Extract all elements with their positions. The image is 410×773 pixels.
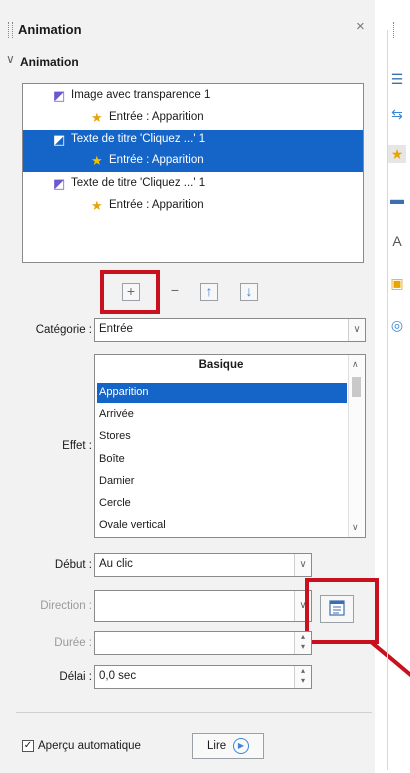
master-slides-icon[interactable]: ▬ <box>388 190 406 208</box>
duration-label: Durée : <box>54 637 92 649</box>
slide-transition-icon[interactable]: ⇆ <box>388 105 406 123</box>
sidebar-separator <box>387 30 388 770</box>
delay-field[interactable]: 0,0 sec ▴ ▾ <box>94 665 312 689</box>
effect-item-label: Ovale vertical <box>99 519 166 531</box>
start-value: Au clic <box>99 558 133 570</box>
section-title: Animation <box>20 55 79 69</box>
star-icon: ★ <box>91 110 103 125</box>
list-item-label: Image avec transparence 1 <box>71 89 211 101</box>
chevron-down-icon[interactable]: ∨ <box>294 554 311 576</box>
list-item-selected[interactable]: ★ Entrée : Apparition <box>23 151 363 172</box>
properties-icon[interactable]: ☰ <box>388 70 406 88</box>
scroll-down-icon[interactable]: ∨ <box>352 522 359 533</box>
object-icon: ◩ <box>53 132 66 147</box>
list-item[interactable]: ★ Entrée : Apparition <box>23 108 363 129</box>
drag-grip[interactable] <box>8 22 13 38</box>
animation-icon[interactable]: ★ <box>388 145 406 163</box>
effect-item[interactable]: Ovale vertical <box>97 516 347 536</box>
scroll-up-icon[interactable]: ∧ <box>352 359 359 370</box>
list-item[interactable]: ◩ Image avec transparence 1 <box>23 86 363 107</box>
effect-item[interactable]: Stores <box>97 427 347 447</box>
category-value: Entrée <box>99 323 133 335</box>
star-icon: ★ <box>91 153 103 168</box>
duration-field[interactable]: ▴ ▾ <box>94 631 312 655</box>
effect-scrollbar[interactable]: ∧ ∨ <box>348 355 365 537</box>
pointer-line <box>369 640 410 682</box>
effect-item-label: Cercle <box>99 497 131 509</box>
delay-label: Délai : <box>59 671 92 683</box>
move-up-button[interactable]: ↑ <box>200 283 218 301</box>
category-label: Catégorie : <box>35 324 92 336</box>
direction-select[interactable]: ∨ <box>94 590 312 622</box>
navigator-icon[interactable]: ◎ <box>388 316 406 334</box>
sidebar-grip <box>393 22 397 38</box>
object-icon: ◩ <box>53 88 66 103</box>
options-button-highlight <box>305 578 379 644</box>
list-item-selected[interactable]: ◩ Texte de titre 'Cliquez ...' 1 <box>23 130 363 151</box>
play-icon: ▶ <box>233 738 249 754</box>
list-item-label: Entrée : Apparition <box>109 111 204 123</box>
list-item-label: Entrée : Apparition <box>109 199 204 211</box>
effect-item-label: Apparition <box>99 386 149 398</box>
animation-list[interactable]: ◩ Image avec transparence 1 ★ Entrée : A… <box>22 83 364 263</box>
effect-group-header: Basique <box>198 359 244 371</box>
effect-item[interactable]: Damier <box>97 472 347 492</box>
autopreview-label: Aperçu automatique <box>38 740 141 752</box>
delay-spinner[interactable]: ▴ ▾ <box>294 666 311 688</box>
list-item[interactable]: ★ Entrée : Apparition <box>23 196 363 217</box>
play-label: Lire <box>207 740 227 752</box>
styles-icon[interactable]: A <box>388 232 406 250</box>
scroll-thumb[interactable] <box>352 377 361 397</box>
effect-item-label: Arrivée <box>99 408 134 420</box>
category-select[interactable]: Entrée ∨ <box>94 318 366 342</box>
object-icon: ◩ <box>53 176 66 191</box>
star-icon: ★ <box>91 198 103 213</box>
duration-spinner[interactable]: ▴ ▾ <box>294 632 311 654</box>
start-select[interactable]: Au clic ∨ <box>94 553 312 577</box>
collapse-chevron-icon[interactable]: ∨ <box>6 52 15 66</box>
list-item[interactable]: ◩ Texte de titre 'Cliquez ...' 1 <box>23 174 363 195</box>
effect-item-label: Damier <box>99 475 135 487</box>
panel-title: Animation <box>18 22 82 37</box>
close-icon[interactable]: × <box>356 18 365 35</box>
chevron-down-icon[interactable]: ∨ <box>348 319 365 341</box>
autopreview-checkbox[interactable]: ✓ <box>22 740 34 752</box>
effect-item[interactable]: Cercle <box>97 494 347 514</box>
gallery-icon[interactable]: ▣ <box>388 274 406 292</box>
list-item-label: Entrée : Apparition <box>109 154 204 166</box>
divider <box>16 712 372 713</box>
direction-label: Direction : <box>40 600 92 612</box>
effect-item-label: Boîte <box>99 453 125 465</box>
play-button[interactable]: Lire ▶ <box>192 733 264 759</box>
add-effect-button[interactable]: + <box>122 283 140 301</box>
list-item-label: Texte de titre 'Cliquez ...' 1 <box>71 133 206 145</box>
effect-item-label: Stores <box>99 430 131 442</box>
effect-item[interactable]: Arrivée <box>97 405 347 425</box>
move-down-button[interactable]: ↓ <box>240 283 258 301</box>
effect-label: Effet : <box>62 440 92 452</box>
list-item-label: Texte de titre 'Cliquez ...' 1 <box>71 177 206 189</box>
effect-list[interactable]: Basique Apparition Arrivée Stores Boîte … <box>94 354 366 538</box>
start-label: Début : <box>54 559 92 571</box>
remove-effect-button[interactable]: − <box>166 283 184 301</box>
delay-value: 0,0 sec <box>99 670 137 682</box>
effect-item[interactable]: Boîte <box>97 450 347 470</box>
effect-item-selected[interactable]: Apparition <box>97 383 347 403</box>
